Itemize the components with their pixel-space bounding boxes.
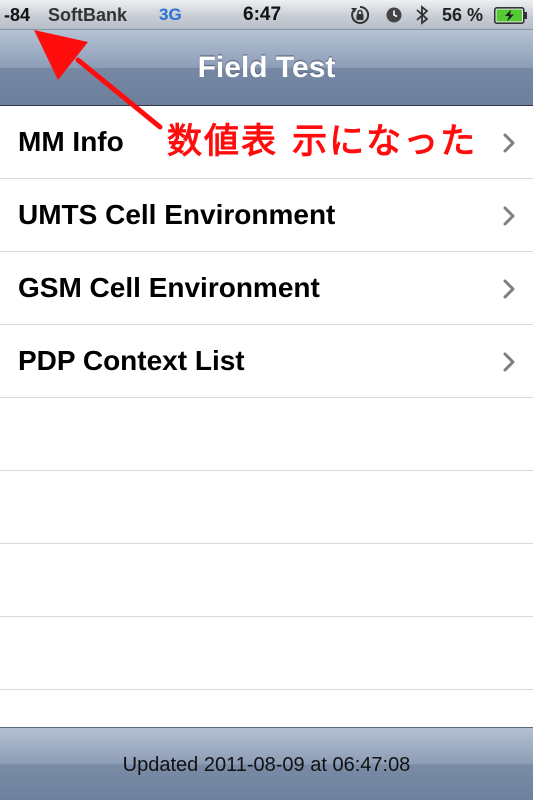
- navigation-bar: Field Test: [0, 30, 533, 106]
- alarm-icon: [385, 6, 403, 24]
- chevron-right-icon: [503, 133, 515, 153]
- chevron-right-icon: [503, 206, 515, 226]
- battery-percent: 56 %: [442, 5, 484, 25]
- carrier-name: SoftBank: [48, 5, 128, 25]
- bottom-toolbar: Updated 2011-08-09 at 06:47:08: [0, 727, 533, 800]
- table-row-umts-cell-environment[interactable]: UMTS Cell Environment: [0, 179, 533, 252]
- empty-table-row: [0, 471, 533, 544]
- table-row-gsm-cell-environment[interactable]: GSM Cell Environment: [0, 252, 533, 325]
- battery-charging-icon: [494, 7, 528, 24]
- table-row-pdp-context-list[interactable]: PDP Context List: [0, 325, 533, 398]
- row-label: MM Info: [18, 126, 124, 157]
- rotation-lock-icon: [349, 4, 371, 26]
- status-time: 6:47: [243, 4, 282, 25]
- network-type: 3G: [159, 5, 182, 24]
- signal-strength: -84: [4, 5, 31, 25]
- page-title: Field Test: [197, 51, 336, 84]
- status-bar: -84 SoftBank 3G 6:47 56 %: [0, 0, 533, 30]
- bluetooth-icon: [414, 4, 430, 26]
- annotation-text: 数値表 示になった: [167, 122, 478, 162]
- chevron-right-icon: [503, 352, 515, 372]
- chevron-right-icon: [503, 279, 515, 299]
- row-label: PDP Context List: [18, 345, 245, 376]
- field-test-table: MM Info UMTS Cell Environment GSM Cell E…: [0, 106, 533, 690]
- empty-table-row: [0, 617, 533, 690]
- empty-table-row: [0, 398, 533, 471]
- row-label: UMTS Cell Environment: [18, 199, 336, 230]
- row-label: GSM Cell Environment: [18, 272, 320, 303]
- empty-table-row: [0, 544, 533, 617]
- updated-timestamp: Updated 2011-08-09 at 06:47:08: [122, 754, 411, 776]
